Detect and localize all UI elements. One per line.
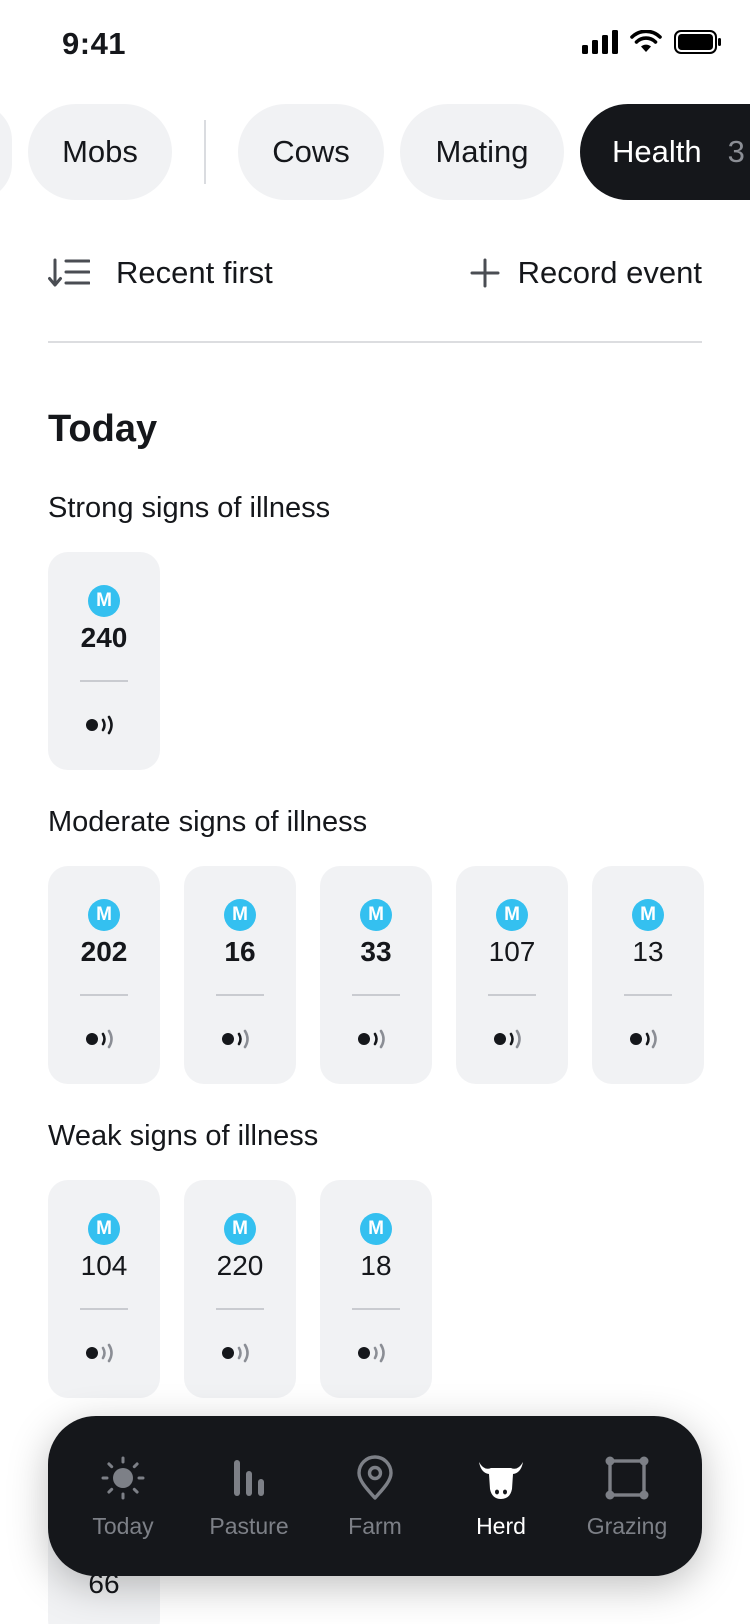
mob-badge: M bbox=[88, 899, 120, 931]
cellular-signal-icon bbox=[582, 30, 618, 54]
cow-number: 240 bbox=[80, 622, 128, 653]
toolbar: Recent first Record event bbox=[48, 240, 702, 306]
nav-label: Grazing bbox=[586, 1512, 668, 1539]
nav-pasture[interactable]: Pasture bbox=[189, 1453, 309, 1540]
nav-herd[interactable]: Herd bbox=[441, 1453, 561, 1540]
pill-previous[interactable] bbox=[0, 104, 12, 200]
sun-icon bbox=[98, 1453, 148, 1503]
signal-strength-icon bbox=[494, 1029, 521, 1049]
pill-label: Mobs bbox=[62, 134, 138, 169]
bars-icon bbox=[224, 1453, 274, 1503]
card-divider bbox=[80, 1308, 128, 1310]
signal-strength-icon bbox=[86, 1343, 113, 1363]
cow-card[interactable]: M 18 bbox=[320, 1180, 432, 1398]
pill-health[interactable]: Health 3 bbox=[580, 104, 750, 200]
signal-strength-icon bbox=[222, 1343, 249, 1363]
nav-label: Farm bbox=[348, 1512, 402, 1539]
cow-number: 107 bbox=[488, 936, 536, 967]
cow-number: 202 bbox=[80, 936, 128, 967]
signal-strength-icon bbox=[630, 1029, 657, 1049]
card-divider bbox=[80, 994, 128, 996]
group-title-strong: Strong signs of illness bbox=[48, 492, 331, 524]
toolbar-divider bbox=[48, 341, 702, 343]
pill-cows[interactable]: Cows bbox=[238, 104, 384, 200]
group-title-weak: Weak signs of illness bbox=[48, 1120, 319, 1152]
sort-label: Recent first bbox=[116, 255, 273, 290]
card-divider bbox=[352, 994, 400, 996]
cow-number: 33 bbox=[360, 936, 392, 967]
plus-icon bbox=[470, 258, 500, 288]
pill-mobs[interactable]: Mobs bbox=[28, 104, 172, 200]
cow-card[interactable]: M 16 bbox=[184, 866, 296, 1084]
wifi-icon bbox=[630, 30, 662, 52]
cow-card[interactable]: M 220 bbox=[184, 1180, 296, 1398]
record-event-button[interactable]: Record event bbox=[470, 240, 702, 306]
nav-grazing[interactable]: Grazing bbox=[567, 1453, 687, 1540]
pill-label: Health bbox=[612, 134, 702, 169]
cow-card[interactable]: M 33 bbox=[320, 866, 432, 1084]
nav-label: Today bbox=[92, 1512, 154, 1539]
card-divider bbox=[624, 994, 672, 996]
signal-strength-icon bbox=[86, 715, 113, 735]
cow-card[interactable]: M 240 bbox=[48, 552, 160, 770]
cow-number: 16 bbox=[224, 936, 256, 967]
signal-strength-icon bbox=[222, 1029, 249, 1049]
group-title-moderate: Moderate signs of illness bbox=[48, 806, 368, 838]
section-title: Today bbox=[48, 408, 158, 450]
nav-farm[interactable]: Farm bbox=[315, 1453, 435, 1540]
mob-badge: M bbox=[224, 899, 256, 931]
cow-number: 18 bbox=[360, 1250, 392, 1281]
cow-number: 220 bbox=[216, 1250, 264, 1281]
mob-badge: M bbox=[632, 899, 664, 931]
pill-divider bbox=[204, 120, 206, 184]
cow-number: 13 bbox=[632, 936, 664, 967]
battery-icon bbox=[674, 30, 721, 54]
square-nodes-icon bbox=[602, 1453, 652, 1503]
filter-pills: Mobs Cows Mating Health 3 bbox=[0, 104, 750, 200]
pill-mating[interactable]: Mating bbox=[400, 104, 564, 200]
signal-strength-icon bbox=[358, 1343, 385, 1363]
card-divider bbox=[80, 680, 128, 682]
sort-button[interactable]: Recent first bbox=[48, 240, 273, 306]
status-time: 9:41 bbox=[62, 26, 127, 61]
signal-strength-icon bbox=[358, 1029, 385, 1049]
cow-card[interactable]: M 104 bbox=[48, 1180, 160, 1398]
mob-badge: M bbox=[224, 1213, 256, 1245]
mob-badge: M bbox=[496, 899, 528, 931]
mob-badge: M bbox=[88, 1213, 120, 1245]
sort-icon bbox=[48, 258, 90, 287]
mob-badge: M bbox=[88, 585, 120, 617]
record-event-label: Record event bbox=[517, 255, 702, 290]
mob-badge: M bbox=[360, 899, 392, 931]
card-row-moderate: M 202 M 16 M 33 M 107 M 13 bbox=[48, 866, 704, 1084]
pill-label: Mating bbox=[435, 134, 529, 169]
nav-label: Pasture bbox=[209, 1512, 289, 1539]
signal-strength-icon bbox=[86, 1029, 113, 1049]
mob-badge: M bbox=[360, 1213, 392, 1245]
card-divider bbox=[216, 1308, 264, 1310]
cow-card[interactable]: M 13 bbox=[592, 866, 704, 1084]
cow-card[interactable]: M 202 bbox=[48, 866, 160, 1084]
bottom-nav: Today Pasture Farm Herd Grazing bbox=[48, 1416, 702, 1576]
card-row-weak: M 104 M 220 M 18 bbox=[48, 1180, 432, 1398]
pill-label: Cows bbox=[272, 134, 350, 169]
cow-card[interactable]: M 107 bbox=[456, 866, 568, 1084]
nav-label: Herd bbox=[476, 1512, 526, 1539]
cow-number: 104 bbox=[80, 1250, 128, 1281]
status-bar: 9:41 bbox=[0, 0, 750, 90]
pill-count: 3 bbox=[727, 134, 745, 169]
status-icons bbox=[582, 30, 722, 54]
cow-icon bbox=[476, 1453, 526, 1503]
card-divider bbox=[352, 1308, 400, 1310]
nav-today[interactable]: Today bbox=[63, 1453, 183, 1540]
card-row-strong: M 240 bbox=[48, 552, 160, 770]
map-pin-icon bbox=[350, 1453, 400, 1503]
card-divider bbox=[216, 994, 264, 996]
card-divider bbox=[488, 994, 536, 996]
